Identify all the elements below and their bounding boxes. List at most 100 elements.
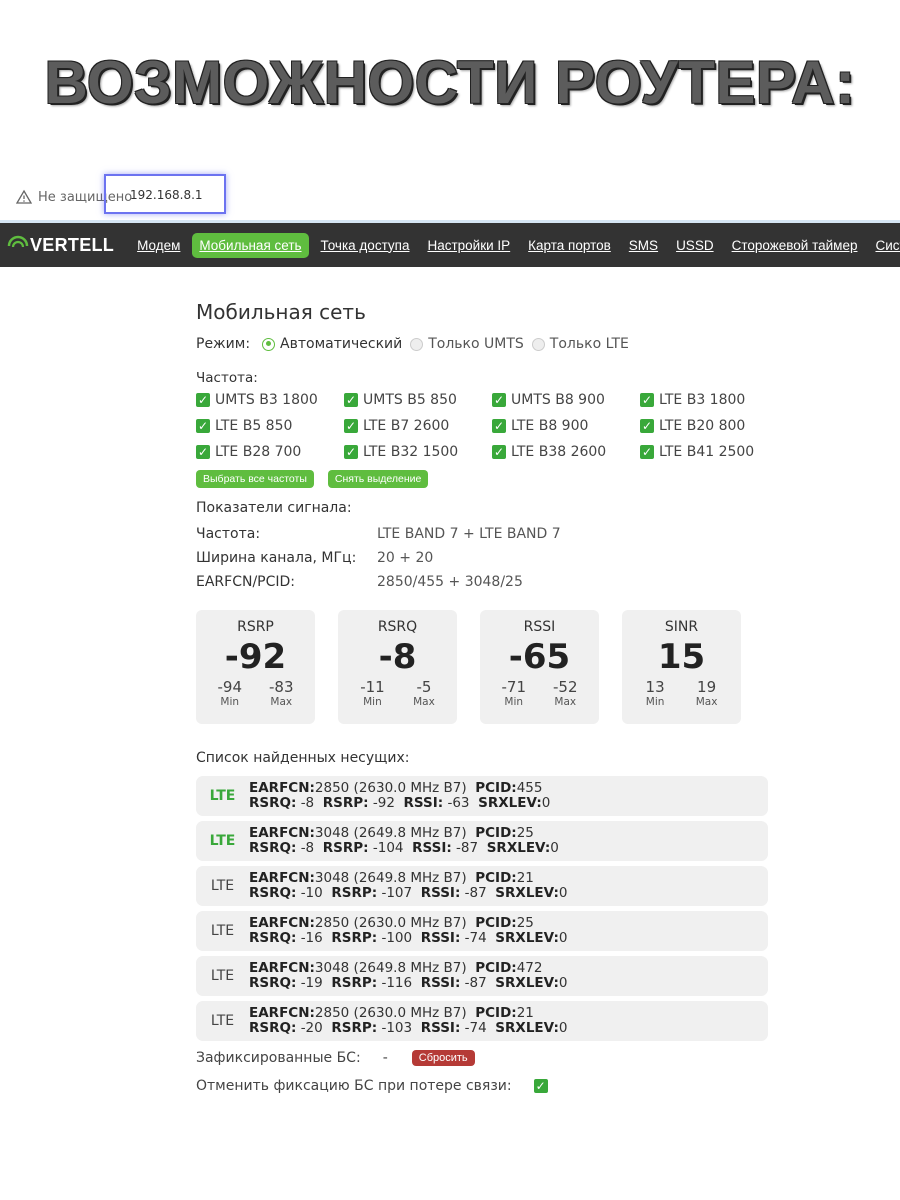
frequency-checkbox[interactable]: ✓ UMTS B8 900 [492, 390, 640, 410]
pcid-label: PCID: [475, 1005, 517, 1021]
radio-selected-icon[interactable] [262, 337, 276, 351]
carrier-info: EARFCN:2850 (2630.0 MHz B7) PCID:455 RSRQ… [249, 781, 550, 811]
card-value: -92 [224, 637, 287, 677]
page-headline: ВОЗМОЖНОСТИ РОУТЕРА: [44, 49, 856, 116]
checkbox-checked-icon[interactable]: ✓ [492, 445, 506, 459]
fixed-bs-label: Зафиксированные БС: [196, 1050, 361, 1066]
earfcn-label: EARFCN: [249, 780, 315, 796]
checkbox-checked-icon[interactable]: ✓ [344, 419, 358, 433]
checkbox-checked-icon[interactable]: ✓ [344, 393, 358, 407]
mode-label: Режим: [196, 336, 251, 352]
clear-selection-button[interactable]: Снять выделение [327, 470, 429, 488]
carriers-list: LTE EARFCN:2850 (2630.0 MHz B7) PCID:455 R… [196, 776, 776, 1041]
checkbox-checked-icon[interactable]: ✓ [196, 445, 210, 459]
nav-modem[interactable]: Модем [137, 238, 180, 253]
vertell-logo[interactable]: VERTELL [6, 234, 114, 256]
nav-watchdog[interactable]: Сторожевой таймер [732, 238, 858, 253]
frequency-checkbox[interactable]: ✓ LTE B8 900 [492, 416, 640, 436]
rssi-value: -74 [464, 930, 487, 946]
min-value: -11 [360, 678, 385, 696]
radio-label: Только LTE [549, 336, 629, 352]
signal-value: LTE BAND 7 + LTE BAND 7 [377, 526, 561, 542]
card-value: -8 [378, 637, 417, 677]
radio-unselected-icon[interactable] [531, 337, 545, 351]
signal-row-bandwidth: Ширина канала, МГц: 20 + 20 [196, 546, 776, 570]
pcid-value: 455 [516, 780, 543, 796]
mode-radio-umts[interactable]: Только UMTS [410, 336, 524, 352]
fixed-bs-row: Зафиксированные БС: - Сбросить [196, 1046, 776, 1070]
rsrq-value: -16 [300, 930, 323, 946]
reset-button[interactable]: Сбросить [411, 1050, 475, 1066]
signal-card-rsrp: RSRP -92 -94 Min -83 Max [196, 610, 315, 724]
nav-ip-settings[interactable]: Настройки IP [427, 238, 510, 253]
pcid-value: 21 [516, 1005, 534, 1021]
min-label: Min [220, 696, 240, 708]
frequency-checkbox[interactable]: ✓ LTE B5 850 [196, 416, 344, 436]
cancel-fix-label: Отменить фиксацию БС при потере связи: [196, 1078, 512, 1094]
carrier-row: LTE EARFCN:3048 (2649.8 MHz B7) PCID:472 R… [196, 956, 768, 996]
rsrq-value: -8 [300, 840, 315, 856]
rsrq-value: -8 [300, 795, 315, 811]
card-minmax: -94 Min -83 Max [196, 678, 315, 709]
frequency-label: LTE B8 900 [511, 418, 589, 434]
frequency-checkbox[interactable]: ✓ LTE B20 800 [640, 416, 788, 436]
max-label: Max [695, 696, 718, 708]
frequency-checkbox[interactable]: ✓ LTE B3 1800 [640, 390, 788, 410]
select-all-button[interactable]: Выбрать все частоты [196, 470, 314, 488]
rssi-value: -63 [447, 795, 470, 811]
srxlev-value: 0 [558, 930, 568, 946]
radio-unselected-icon[interactable] [410, 337, 424, 351]
cancel-fix-checkbox[interactable]: ✓ [533, 1079, 548, 1093]
rsrp-label: RSRP: [331, 975, 378, 991]
checkbox-checked-icon[interactable]: ✓ [640, 393, 654, 407]
earfcn-label: EARFCN: [249, 825, 315, 841]
carriers-title: Список найденных несущих: [196, 750, 410, 766]
checkbox-checked-icon[interactable]: ✓ [640, 445, 654, 459]
checkbox-checked-icon[interactable]: ✓ [640, 419, 654, 433]
earfcn-label: EARFCN: [249, 915, 315, 931]
carrier-info: EARFCN:3048 (2649.8 MHz B7) PCID:472 RSRQ… [249, 961, 567, 991]
rsrq-label: RSRQ: [249, 840, 297, 856]
frequency-checkbox[interactable]: ✓ LTE B38 2600 [492, 442, 640, 462]
min-value: -71 [501, 678, 527, 696]
warning-triangle-icon [16, 189, 32, 204]
nav-system[interactable]: Система [875, 238, 900, 253]
rsrp-value: -92 [372, 795, 395, 811]
frequency-checkbox[interactable]: ✓ LTE B7 2600 [344, 416, 492, 436]
frequency-label: LTE B41 2500 [659, 444, 755, 460]
rsrq-label: RSRQ: [249, 795, 297, 811]
rsrq-value: -10 [300, 885, 323, 901]
earfcn-value: 2850 (2630.0 MHz B7) [314, 780, 467, 796]
nav-access-point[interactable]: Точка доступа [321, 238, 410, 253]
mode-radio-lte[interactable]: Только LTE [531, 336, 629, 352]
rssi-label: RSSI: [420, 930, 461, 946]
srxlev-label: SRXLEV: [486, 840, 551, 856]
checkbox-checked-icon[interactable]: ✓ [492, 419, 506, 433]
nav-mobile-network[interactable]: Мобильная сеть [192, 232, 309, 258]
nav-ussd[interactable]: USSD [676, 238, 714, 253]
frequency-checkbox[interactable]: ✓ LTE B32 1500 [344, 442, 492, 462]
rsrq-label: RSRQ: [249, 975, 297, 991]
max-value: -83 [269, 678, 294, 696]
frequency-checkbox[interactable]: ✓ LTE B41 2500 [640, 442, 788, 462]
earfcn-label: EARFCN: [249, 960, 315, 976]
carrier-row: LTE EARFCN:2850 (2630.0 MHz B7) PCID:25 RS… [196, 911, 768, 951]
checkbox-checked-icon[interactable]: ✓ [344, 445, 358, 459]
signal-row-earfcn: EARFCN/PCID: 2850/455 + 3048/25 [196, 570, 776, 594]
card-name: RSRQ [377, 619, 418, 635]
signal-value: 2850/455 + 3048/25 [377, 574, 523, 590]
carrier-row: LTE EARFCN:2850 (2630.0 MHz B7) PCID:21 RS… [196, 1001, 768, 1041]
mode-radio-auto[interactable]: Автоматический [262, 336, 402, 352]
checkbox-checked-icon[interactable]: ✓ [492, 393, 506, 407]
signal-cards: RSRP -92 -94 Min -83 Max RSRQ -8 -11 Min -5 Max RSSI… [196, 610, 776, 724]
carrier-info: EARFCN:3048 (2649.8 MHz B7) PCID:25 RSRQ:… [249, 826, 559, 856]
frequency-checkbox[interactable]: ✓ UMTS B3 1800 [196, 390, 344, 410]
frequency-checkbox[interactable]: ✓ LTE B28 700 [196, 442, 344, 462]
nav-sms[interactable]: SMS [629, 238, 658, 253]
carrier-row: LTE EARFCN:3048 (2649.8 MHz B7) PCID:25 RS… [196, 821, 768, 861]
nav-port-map[interactable]: Карта портов [528, 238, 611, 253]
checkbox-checked-icon[interactable]: ✓ [196, 393, 210, 407]
rsrp-value: -103 [381, 1020, 413, 1036]
checkbox-checked-icon[interactable]: ✓ [196, 419, 210, 433]
frequency-checkbox[interactable]: ✓ UMTS B5 850 [344, 390, 492, 410]
